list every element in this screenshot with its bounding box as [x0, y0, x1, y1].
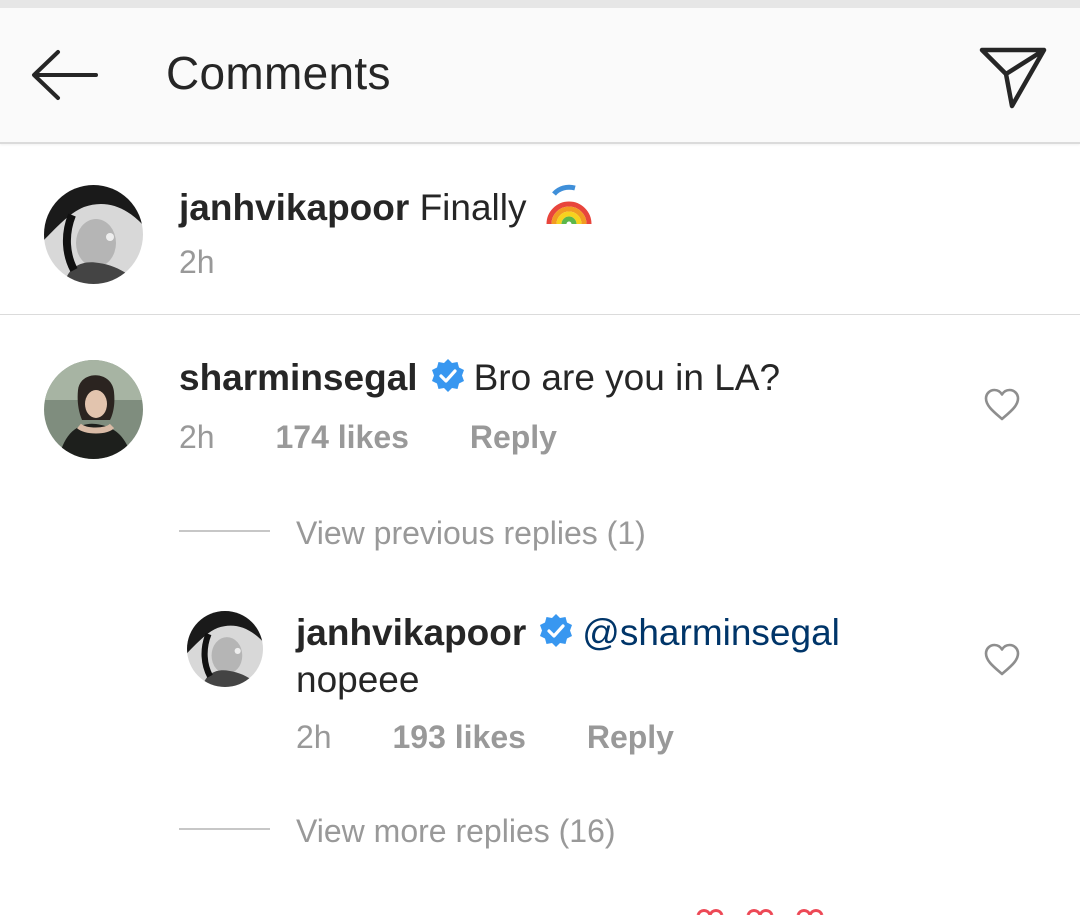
thread-line — [179, 828, 270, 830]
caption-meta: 2h — [179, 244, 215, 281]
thread-line — [179, 530, 270, 532]
verified-badge-icon — [538, 613, 574, 658]
share-button[interactable] — [972, 40, 1054, 114]
reply-username[interactable]: janhvikapoor — [296, 612, 526, 653]
comment-text: Bro are you in LA? — [473, 357, 781, 398]
comment-time: 2h — [179, 419, 215, 455]
comment-likes[interactable]: 174 likes — [275, 419, 408, 455]
comment-reply-button[interactable]: Reply — [470, 419, 557, 455]
avatar[interactable] — [187, 611, 263, 687]
status-bar-strip — [0, 0, 1080, 8]
reply-meta: 2h 193 likes Reply — [296, 719, 674, 756]
reply-time: 2h — [296, 719, 332, 755]
reply-mention-link[interactable]: @sharminsegal — [582, 612, 840, 653]
paper-plane-icon — [979, 47, 1047, 109]
divider — [0, 314, 1080, 315]
comment-line: sharminsegal Bro are you in LA? — [179, 357, 780, 403]
arrow-left-icon — [32, 50, 98, 100]
page-title: Comments — [166, 47, 391, 99]
like-button[interactable] — [984, 643, 1020, 677]
heart-icon — [984, 388, 1020, 421]
avatar[interactable] — [44, 185, 143, 284]
heart-icon — [984, 643, 1020, 676]
view-more-replies-button[interactable]: View more replies (16) — [296, 813, 616, 850]
caption-text: Finally — [419, 187, 527, 228]
comment-meta: 2h 174 likes Reply — [179, 419, 557, 456]
verified-badge-icon — [430, 358, 466, 403]
next-comment-peek — [690, 902, 830, 916]
comment-username[interactable]: sharminsegal — [179, 357, 418, 398]
caption-username[interactable]: janhvikapoor — [179, 187, 409, 228]
back-button[interactable] — [24, 42, 104, 108]
view-previous-replies-button[interactable]: View previous replies (1) — [296, 515, 646, 552]
reply-reply-button[interactable]: Reply — [587, 719, 674, 755]
like-button[interactable] — [984, 388, 1020, 422]
caption-line: janhvikapoor Finally — [179, 182, 593, 235]
caption-time: 2h — [179, 244, 215, 280]
reply-line: janhvikapoor @sharminsegal — [296, 612, 840, 658]
header-bar: Comments — [0, 8, 1080, 144]
reply-text-line: nopeee — [296, 659, 419, 701]
avatar[interactable] — [44, 360, 143, 459]
rainbow-emoji — [545, 182, 593, 235]
reply-text: nopeee — [296, 659, 420, 700]
reply-likes[interactable]: 193 likes — [392, 719, 525, 755]
